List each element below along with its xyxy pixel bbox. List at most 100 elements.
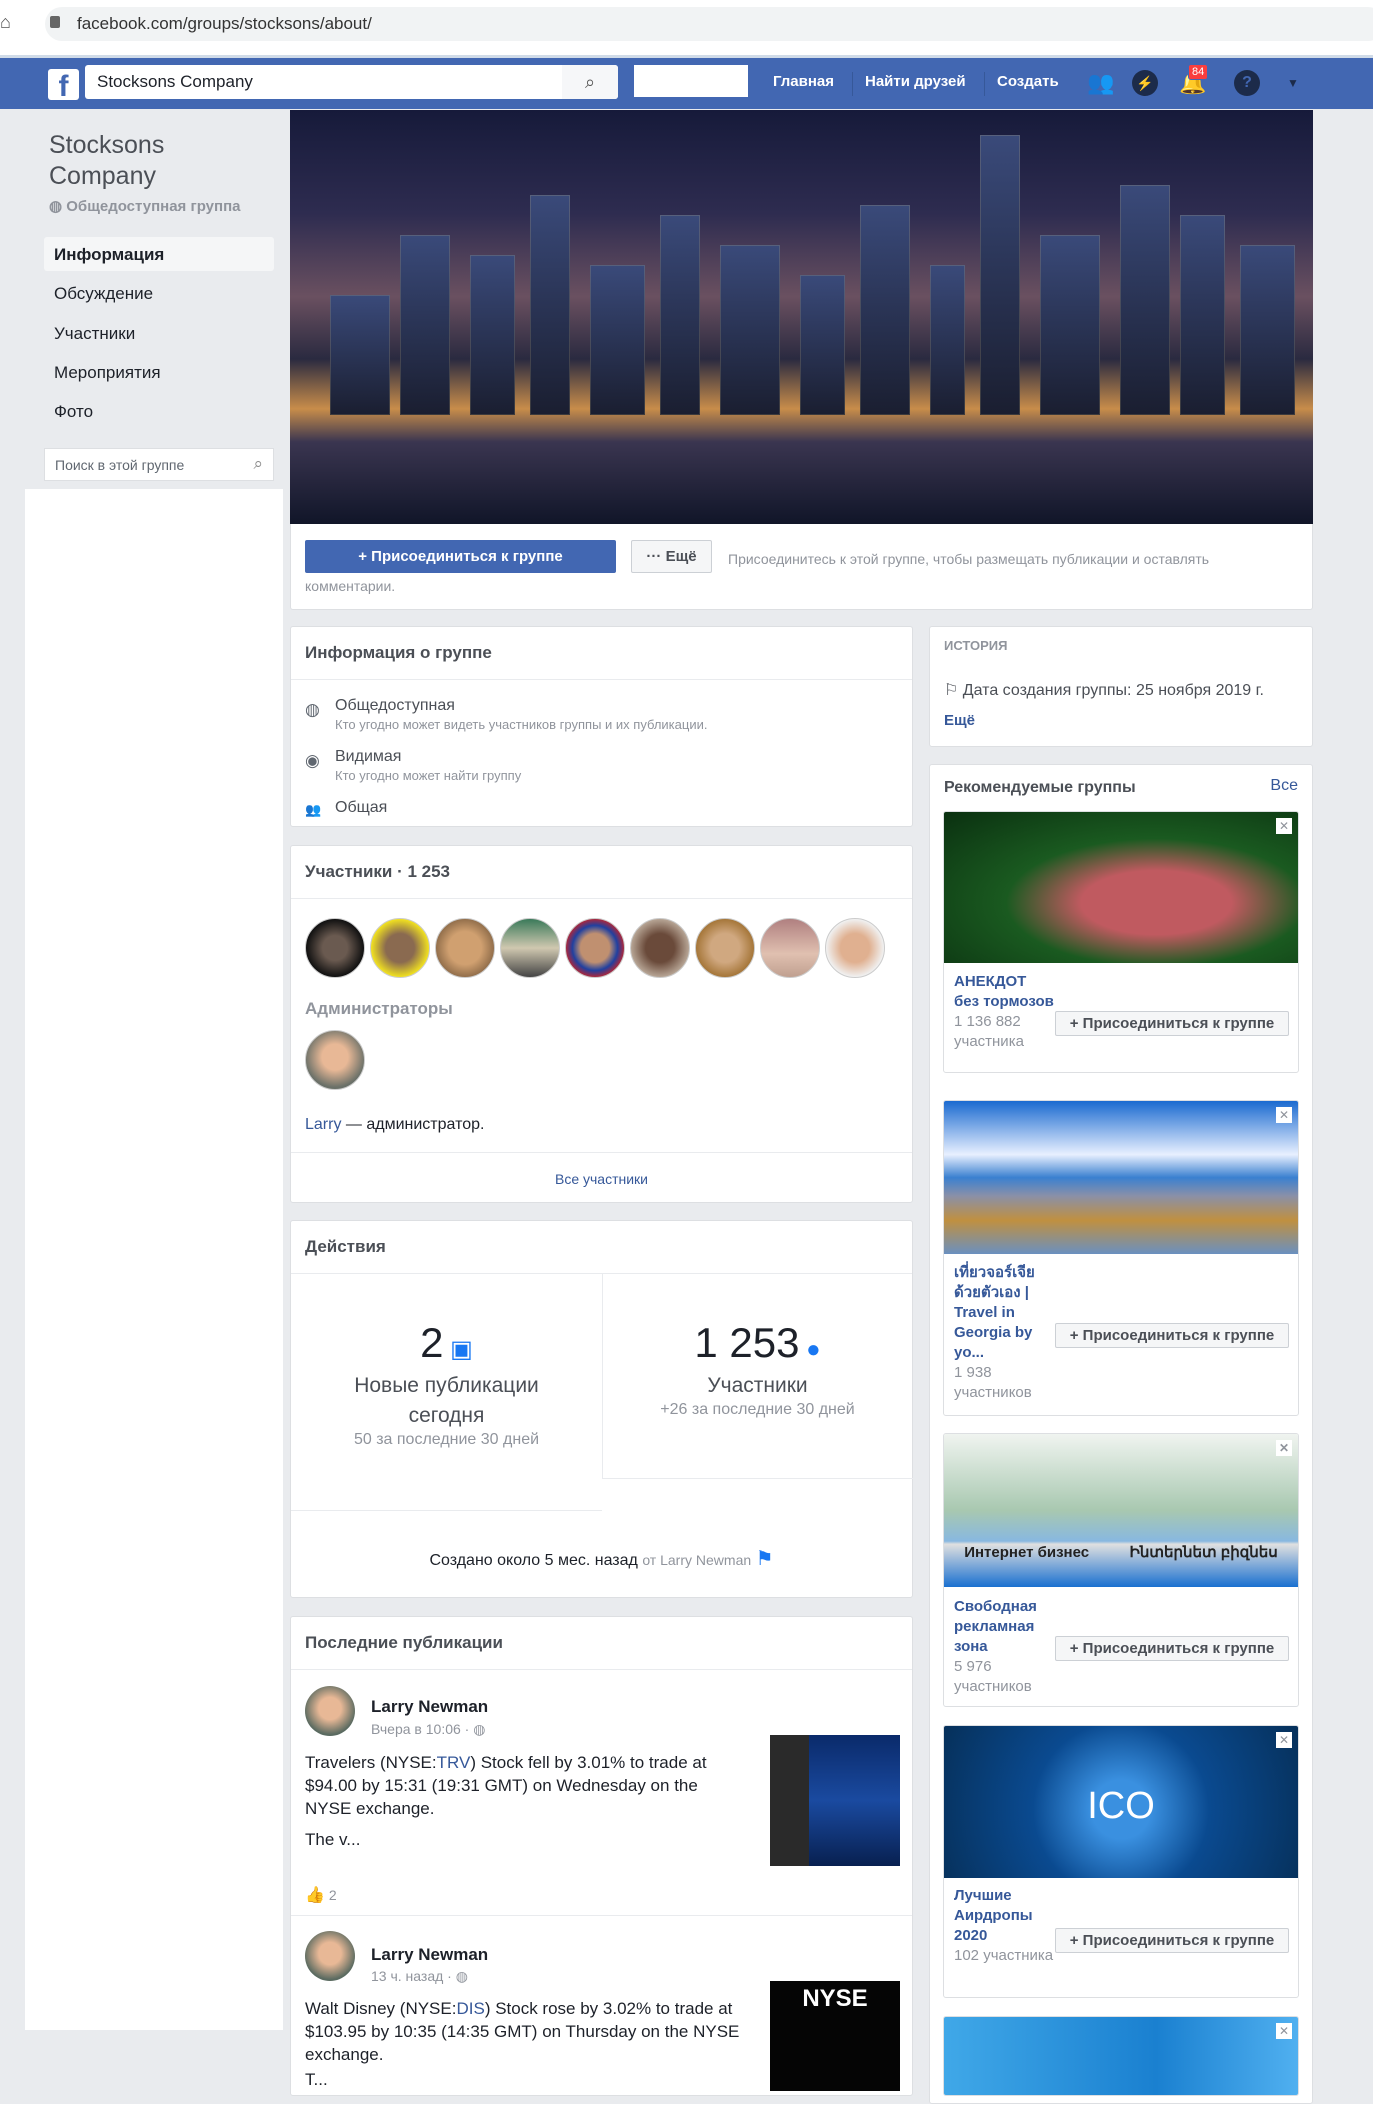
member-avatar[interactable] — [630, 918, 690, 978]
group-member-count: 1 938 участников — [954, 1364, 1032, 1401]
sidebar-item-info[interactable]: Информация — [44, 237, 274, 271]
like-count[interactable]: 2 — [329, 1887, 337, 1903]
facebook-logo-icon[interactable]: f — [48, 69, 79, 100]
close-icon[interactable]: ✕ — [1276, 818, 1292, 834]
group-member-count: 102 участника — [954, 1947, 1054, 1964]
info-title: Общая — [335, 799, 388, 816]
post-author[interactable]: Larry Newman — [371, 1697, 488, 1717]
help-icon[interactable]: ? — [1234, 70, 1260, 96]
group-image[interactable]: ✕ — [944, 2017, 1298, 2095]
card-title: Информация о группе — [291, 627, 912, 680]
suggested-group: ✕ เที่ยวจอร์เจียด้วยตัวเอง | Travel in G… — [943, 1100, 1299, 1416]
creation-date: Дата создания группы: 25 ноября 2019 г. — [962, 682, 1264, 699]
group-privacy: ◍ Общедоступная группа — [49, 197, 241, 215]
group-image[interactable]: Интернет бизнес Ինտերնետ բիզնես ✕ — [944, 1434, 1298, 1587]
browser-toolbar: ⌂ facebook.com/groups/stocksons/about/ — [0, 0, 1373, 55]
search-icon[interactable]: ⌕ — [253, 454, 263, 474]
members-card: Участники · 1 253 Администраторы Larry —… — [290, 845, 913, 1203]
recent-posts-card: Последние публикации Larry Newman Вчера … — [290, 1616, 913, 2096]
sidebar-item-photos[interactable]: Фото — [44, 394, 274, 428]
sidebar-item-discussion[interactable]: Обсуждение — [44, 276, 274, 310]
post-more[interactable]: The v... — [305, 1828, 745, 1851]
left-panel-background — [25, 489, 283, 2030]
nav-find-friends-link[interactable]: Найти друзей — [865, 73, 966, 90]
close-icon[interactable]: ✕ — [1276, 1107, 1292, 1123]
post-time[interactable]: Вчера в 10:06 · — [371, 1721, 469, 1737]
post-more[interactable]: T... — [305, 2068, 745, 2091]
nav-home-link[interactable]: Главная — [773, 73, 834, 90]
card-title: Последние публикации — [291, 1617, 912, 1670]
group-name[interactable]: Свободная рекламная зона — [954, 1598, 1037, 1655]
admin-role-text: — администратор. — [341, 1116, 485, 1133]
admin-link[interactable]: Larry — [305, 1116, 341, 1133]
members-sub: +26 за последние 30 дней — [660, 1401, 855, 1418]
ticker-link[interactable]: TRV — [437, 1753, 471, 1772]
suggested-group: Интернет бизнес Ինտերնետ բիզնես ✕ Свободна… — [943, 1433, 1299, 1707]
info-sub: Кто угодно может найти группу — [335, 768, 522, 783]
messenger-icon[interactable]: ⚡ — [1132, 70, 1158, 96]
activity-card: Действия 2 ▣ Новые публикации сегодня 50… — [290, 1220, 913, 1598]
member-avatar[interactable] — [500, 918, 560, 978]
member-avatar[interactable] — [760, 918, 820, 978]
card-title: ИСТОРИЯ — [944, 638, 1008, 653]
all-members-link[interactable]: Все участники — [291, 1171, 912, 1187]
member-avatar[interactable] — [825, 918, 885, 978]
join-group-button[interactable]: + Присоединиться к группе — [1055, 1011, 1289, 1036]
group-icon: 👥 — [305, 802, 322, 817]
ticker-link[interactable]: DIS — [456, 1999, 484, 2018]
join-group-button[interactable]: + Присоединиться к группе — [1055, 1636, 1289, 1661]
member-avatar[interactable] — [695, 918, 755, 978]
join-group-button[interactable]: + Присоединиться к группе — [1055, 1323, 1289, 1348]
members-count: 1 253 — [694, 1319, 800, 1366]
search-input[interactable]: Stocksons Company ⌕ — [85, 65, 618, 99]
post-text: Travelers (NYSE:TRV) Stock fell by 3.01%… — [305, 1753, 707, 1818]
author-avatar[interactable] — [305, 1686, 355, 1736]
eye-icon: ◉ — [305, 751, 320, 770]
home-icon[interactable]: ⌂ — [0, 12, 11, 33]
group-image[interactable]: ICO ✕ — [944, 1726, 1298, 1878]
sidebar-item-members[interactable]: Участники — [44, 316, 274, 350]
history-card: ИСТОРИЯ ⚐ Дата создания группы: 25 ноябр… — [929, 626, 1313, 747]
nav-create-link[interactable]: Создать — [997, 73, 1059, 90]
blank-field — [634, 65, 748, 97]
person-icon: ● — [799, 1336, 821, 1363]
suggested-group: ICO ✕ Лучшие Аирдропы 2020 102 участника +… — [943, 1725, 1299, 1998]
more-button[interactable]: ··· Ещё — [631, 540, 712, 573]
post-image[interactable] — [770, 1735, 900, 1866]
search-icon[interactable]: ⌕ — [562, 65, 618, 99]
member-avatar[interactable] — [305, 918, 365, 978]
member-avatar[interactable] — [565, 918, 625, 978]
new-posts-sub: 50 за последние 30 дней — [353, 1431, 540, 1448]
join-group-button[interactable]: + Присоединиться к группе — [305, 540, 616, 573]
post-time[interactable]: 13 ч. назад · — [371, 1968, 452, 1984]
close-icon[interactable]: ✕ — [1276, 2023, 1292, 2039]
close-icon[interactable]: ✕ — [1276, 1732, 1292, 1748]
post-author[interactable]: Larry Newman — [371, 1945, 488, 1965]
group-name[interactable]: เที่ยวจอร์เจียด้วยตัวเอง | Travel in Geo… — [954, 1264, 1035, 1361]
close-icon[interactable]: ✕ — [1276, 1440, 1292, 1456]
member-avatar[interactable] — [370, 918, 430, 978]
see-all-link[interactable]: Все — [1270, 777, 1298, 795]
address-bar[interactable]: facebook.com/groups/stocksons/about/ — [45, 7, 1373, 41]
admin-avatar[interactable] — [305, 1030, 365, 1090]
friends-icon[interactable]: 👥 — [1087, 70, 1114, 96]
join-group-button[interactable]: + Присоединиться к группе — [1055, 1928, 1289, 1953]
member-avatar[interactable] — [435, 918, 495, 978]
info-title: Видимая — [335, 748, 402, 765]
info-title: Общедоступная — [335, 697, 455, 714]
group-name[interactable]: АНЕКДОТ без тормозов — [954, 973, 1054, 1010]
post-image[interactable]: NYSE — [770, 1981, 900, 2091]
author-avatar[interactable] — [305, 1931, 355, 1981]
members-label: Участники — [707, 1374, 808, 1397]
group-search-input[interactable]: Поиск в этой группе ⌕ — [44, 448, 274, 481]
history-more-link[interactable]: Ещё — [944, 712, 975, 729]
chevron-down-icon[interactable]: ▼ — [1280, 70, 1306, 96]
group-name[interactable]: Лучшие Аирдропы 2020 — [954, 1887, 1033, 1944]
group-title[interactable]: Stocksons Company — [49, 130, 249, 192]
sidebar-item-events[interactable]: Мероприятия — [44, 355, 274, 389]
group-image[interactable]: ✕ — [944, 812, 1298, 963]
group-image[interactable]: ✕ — [944, 1101, 1298, 1254]
info-sub: Кто угодно может видеть участников групп… — [335, 717, 708, 732]
group-member-count: 5 976 участников — [954, 1658, 1032, 1695]
cover-photo[interactable] — [290, 110, 1313, 525]
